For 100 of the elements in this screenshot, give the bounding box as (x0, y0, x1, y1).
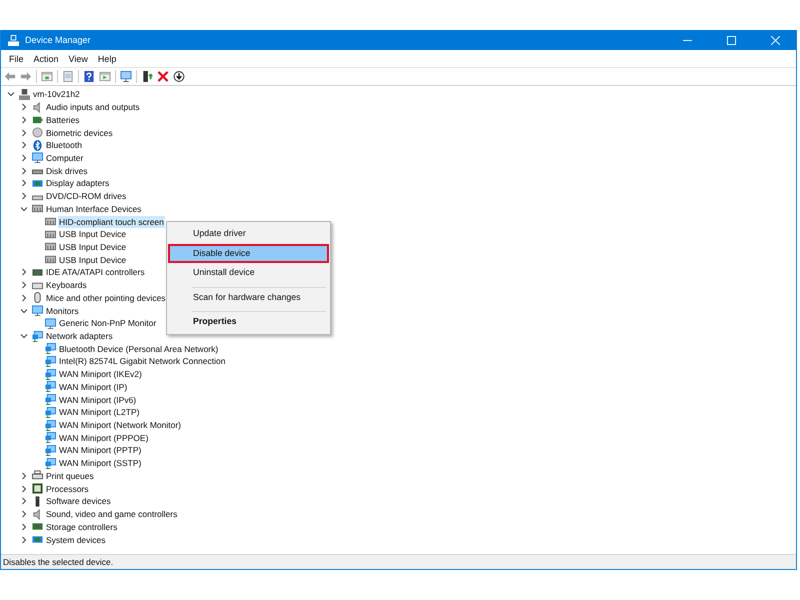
chevron-icon[interactable] (20, 192, 28, 200)
tree-item[interactable]: IDE ATA/ATAPI controllers (45, 266, 146, 278)
tree-item[interactable]: USB Input Device (58, 254, 128, 266)
tree-item[interactable]: Bluetooth (45, 139, 83, 152)
network-icon (45, 356, 56, 367)
menu-item[interactable]: File (4, 54, 29, 64)
tree-item[interactable]: Monitors (45, 304, 80, 317)
chevron-icon[interactable] (20, 141, 28, 150)
monitor-icon (32, 152, 43, 164)
tree-item[interactable]: Processors (45, 482, 90, 495)
tree-item[interactable]: System devices (45, 534, 107, 546)
tree-item[interactable]: WAN Miniport (PPPOE) (58, 432, 150, 444)
tree-item[interactable]: Storage controllers (45, 520, 118, 533)
chevron-icon[interactable] (20, 294, 28, 302)
window-icon[interactable] (41, 71, 53, 82)
chevron-icon[interactable] (20, 204, 28, 213)
monitor-icon (45, 318, 56, 329)
back-arrow-icon[interactable] (4, 71, 16, 82)
maximize-icon[interactable] (727, 36, 736, 44)
tree-item[interactable]: Audio inputs and outputs (45, 101, 141, 114)
tree-item[interactable]: Batteries (45, 114, 81, 126)
tree-item[interactable]: Computer (45, 152, 84, 164)
window-title: Device Manager (25, 35, 91, 45)
tree-item[interactable]: Sound, video and game controllers (45, 508, 178, 520)
network-icon (45, 394, 56, 406)
input-device-icon (45, 241, 56, 252)
tree-item[interactable]: Intel(R) 82574L Gigabit Network Connection (58, 355, 226, 368)
tree-item[interactable]: WAN Miniport (L2TP) (58, 406, 140, 418)
tree-item[interactable]: WAN Miniport (PPTP) (58, 444, 142, 456)
tree-item[interactable]: HID-compliant touch screen (58, 216, 165, 228)
network-icon (45, 420, 56, 431)
network-icon (45, 458, 56, 469)
chevron-icon[interactable] (20, 154, 28, 162)
download-icon[interactable] (173, 71, 185, 82)
chevron-icon[interactable] (20, 268, 28, 276)
menu-item[interactable]: Scan for hardware changes (168, 282, 329, 307)
tree-item[interactable]: WAN Miniport (IKEv2) (58, 368, 143, 380)
chevron-icon[interactable] (20, 522, 28, 531)
menu-item[interactable]: Action (28, 54, 64, 64)
monitor-icon (32, 305, 43, 316)
tree-item[interactable]: Generic Non-PnP Monitor (58, 317, 158, 330)
tree-item[interactable]: Human Interface Devices (45, 202, 142, 215)
mouse-icon (32, 292, 43, 304)
display-adapter-icon (32, 178, 43, 189)
bluetooth-icon (32, 140, 43, 151)
storage-controller-icon (32, 521, 43, 532)
network-icon (45, 343, 56, 354)
menu-item[interactable]: View (64, 54, 93, 64)
tree-item[interactable]: WAN Miniport (SSTP) (58, 457, 142, 470)
network-icon (32, 330, 43, 342)
network-icon (45, 406, 56, 418)
tree-item[interactable]: Software devices (45, 495, 112, 508)
chevron-icon[interactable] (20, 179, 28, 188)
chevron-icon[interactable] (20, 281, 28, 290)
tree-item[interactable]: WAN Miniport (IP) (58, 380, 128, 393)
chevron-icon[interactable] (20, 472, 28, 480)
speaker-icon (32, 102, 43, 113)
chevron-icon[interactable] (20, 128, 28, 137)
chevron-icon[interactable] (7, 90, 15, 98)
chevron-icon[interactable] (20, 332, 28, 340)
menu-item[interactable]: Help (92, 54, 122, 64)
tree-item[interactable]: USB Input Device (58, 240, 128, 253)
tree-item[interactable]: DVD/CD-ROM drives (45, 190, 128, 202)
page-icon[interactable] (62, 71, 74, 82)
computer-icon (19, 88, 30, 100)
network-icon (45, 444, 56, 456)
controller-icon (32, 266, 43, 278)
chevron-icon[interactable] (20, 497, 28, 506)
menu-item[interactable]: Uninstall device (168, 263, 329, 282)
help-icon[interactable] (83, 71, 95, 82)
forward-arrow-icon[interactable] (20, 71, 32, 82)
chevron-icon[interactable] (20, 510, 28, 518)
tree-item[interactable]: Print queues (45, 470, 95, 482)
remove-icon[interactable] (157, 71, 169, 82)
speaker-icon (32, 508, 43, 520)
tree-item[interactable]: USB Input Device (58, 228, 128, 240)
tree-item[interactable]: Biometric devices (45, 126, 114, 139)
window-icon[interactable] (99, 71, 111, 82)
chevron-icon[interactable] (20, 484, 28, 493)
tree-item[interactable]: WAN Miniport (Network Monitor) (58, 419, 182, 432)
menu-item[interactable]: Update driver (168, 224, 329, 244)
tree-item[interactable]: Mice and other pointing devices (45, 292, 167, 304)
chevron-icon[interactable] (20, 306, 28, 315)
chevron-icon[interactable] (20, 536, 28, 544)
tree-item[interactable]: Disk drives (45, 164, 89, 177)
device-add-icon[interactable] (141, 71, 153, 82)
tree-item[interactable]: Network adapters (45, 330, 114, 342)
chevron-icon[interactable] (20, 116, 28, 124)
monitor-icon[interactable] (120, 71, 132, 82)
tree-item[interactable]: Bluetooth Device (Personal Area Network) (58, 342, 220, 355)
menu-item[interactable]: Disable device (168, 244, 329, 263)
tree-item[interactable]: WAN Miniport (IPv6) (58, 394, 138, 406)
chevron-icon[interactable] (20, 103, 28, 112)
close-icon[interactable] (771, 36, 780, 44)
menu-item[interactable]: Properties (168, 307, 329, 332)
chevron-icon[interactable] (20, 166, 28, 175)
battery-icon (32, 114, 43, 126)
tree-item[interactable]: Keyboards (45, 279, 88, 292)
tree-item[interactable]: Display adapters (45, 177, 110, 190)
tree-item[interactable]: vm-10v21h2 (32, 88, 81, 100)
